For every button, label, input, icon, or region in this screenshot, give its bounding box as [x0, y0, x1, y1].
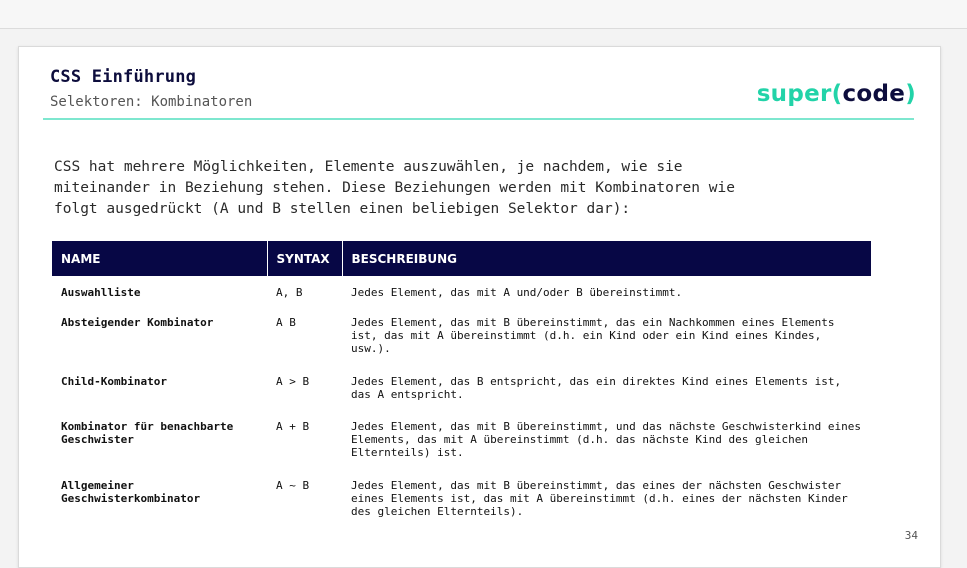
- page-number: 34: [904, 529, 918, 542]
- header-divider: [43, 118, 914, 120]
- column-header-name: NAME: [52, 241, 267, 276]
- table-row: Kombinator für benachbarte Geschwister A…: [52, 410, 871, 469]
- row-syntax: A + B: [276, 420, 310, 433]
- row-description: Jedes Element, das mit B übereinstimmt, …: [351, 316, 835, 355]
- row-name: Kombinator für benachbarte Geschwister: [61, 420, 234, 446]
- top-toolbar: [0, 0, 967, 29]
- row-name: Absteigender Kombinator: [61, 316, 214, 329]
- intro-paragraph: CSS hat mehrere Möglichkeiten, Elemente …: [54, 159, 735, 217]
- row-description: Jedes Element, das mit B übereinstimmt, …: [351, 420, 861, 459]
- table-row: Child-Kombinator A > B Jedes Element, da…: [52, 365, 871, 410]
- column-header-description: BESCHREIBUNG: [341, 241, 871, 276]
- row-syntax: A ~ B: [276, 479, 310, 492]
- row-description: Jedes Element, das mit B übereinstimmt, …: [351, 479, 848, 518]
- row-name: Allgemeiner Geschwisterkombinator: [61, 479, 201, 505]
- row-syntax: A, B: [276, 286, 303, 299]
- table-row: Auswahlliste A, B Jedes Element, das mit…: [52, 276, 871, 306]
- table-header-row: NAME SYNTAX BESCHREIBUNG: [52, 241, 871, 276]
- row-name: Child-Kombinator: [61, 375, 167, 388]
- row-description: Jedes Element, das B entspricht, das ein…: [351, 375, 842, 401]
- column-header-syntax: SYNTAX: [266, 241, 342, 276]
- supercode-logo: super(code): [756, 81, 916, 107]
- slide-title: CSS Einführung: [50, 67, 197, 87]
- row-name: Auswahlliste: [61, 286, 141, 299]
- table-row: Allgemeiner Geschwisterkombinator A ~ B …: [52, 469, 871, 519]
- combinators-table: NAME SYNTAX BESCHREIBUNG Auswahlliste A,…: [52, 241, 871, 519]
- row-description: Jedes Element, das mit A und/oder B über…: [351, 286, 683, 299]
- row-syntax: A > B: [276, 375, 310, 388]
- table-row: Absteigender Kombinator A B Jedes Elemen…: [52, 306, 871, 365]
- slide-subtitle: Selektoren: Kombinatoren: [50, 94, 253, 110]
- row-syntax: A B: [276, 316, 296, 329]
- slide: CSS Einführung Selektoren: Kombinatoren …: [18, 46, 941, 568]
